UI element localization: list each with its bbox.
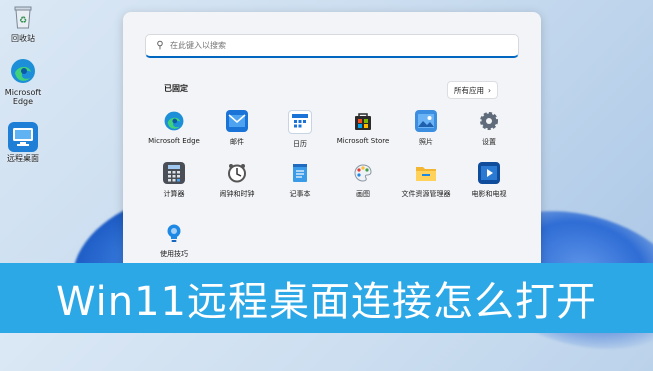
desktop-icon-label: 远程桌面 bbox=[7, 154, 39, 163]
pinned-app-notepad[interactable]: 记事本 bbox=[269, 162, 331, 199]
app-label: 日历 bbox=[293, 140, 307, 148]
pinned-app-calendar[interactable]: 日历 bbox=[269, 110, 331, 149]
app-label: 计算器 bbox=[163, 190, 185, 198]
app-label: 画图 bbox=[356, 190, 370, 198]
desktop-icon-recycle-bin[interactable]: ♻ 回收站 bbox=[2, 2, 44, 43]
pinned-app-store[interactable]: Microsoft Store bbox=[332, 110, 394, 145]
recycle-bin-icon: ♻ bbox=[8, 2, 38, 32]
pinned-app-movies-tv[interactable]: 电影和电视 bbox=[458, 162, 520, 199]
banner-title: Win11远程桌面连接怎么打开 bbox=[55, 279, 598, 325]
desktop-icon-remote-desktop[interactable]: 远程桌面 bbox=[2, 122, 44, 163]
mail-icon bbox=[226, 110, 248, 132]
app-label: Microsoft Edge bbox=[148, 137, 200, 145]
search-icon: ⚲ bbox=[156, 40, 164, 51]
app-label: 照片 bbox=[419, 138, 433, 146]
search-box[interactable]: ⚲ bbox=[145, 34, 519, 58]
pinned-section-title: 已固定 bbox=[164, 84, 188, 93]
pinned-app-settings[interactable]: 设置 bbox=[458, 110, 520, 147]
app-label: 文件资源管理器 bbox=[401, 190, 451, 198]
desktop-icon-label: Microsoft Edge bbox=[4, 88, 42, 106]
pinned-app-mail[interactable]: 邮件 bbox=[206, 110, 268, 147]
app-label: 设置 bbox=[482, 138, 496, 146]
pinned-app-photos[interactable]: 照片 bbox=[395, 110, 457, 147]
search-input[interactable] bbox=[168, 40, 518, 51]
edge-icon bbox=[163, 110, 185, 132]
svg-text:♻: ♻ bbox=[19, 16, 27, 26]
desktop-icon-edge[interactable]: Microsoft Edge bbox=[2, 56, 44, 106]
all-apps-button[interactable]: 所有应用 › bbox=[447, 81, 498, 99]
tips-icon bbox=[163, 222, 185, 244]
pinned-app-clock[interactable]: 闹钟和时钟 bbox=[206, 162, 268, 199]
pinned-app-paint[interactable]: 画图 bbox=[332, 162, 394, 199]
app-label: 记事本 bbox=[289, 190, 311, 198]
store-icon bbox=[352, 110, 374, 132]
app-label: 使用技巧 bbox=[160, 250, 188, 258]
pinned-app-file-explorer[interactable]: 文件资源管理器 bbox=[395, 162, 457, 199]
edge-icon bbox=[8, 56, 38, 86]
calculator-icon bbox=[163, 162, 185, 184]
calendar-icon bbox=[288, 110, 312, 134]
title-banner: Win11远程桌面连接怎么打开 bbox=[0, 263, 653, 333]
paint-icon bbox=[352, 162, 374, 184]
all-apps-label: 所有应用 bbox=[454, 85, 484, 95]
photos-icon bbox=[415, 110, 437, 132]
movies-tv-icon bbox=[478, 162, 500, 184]
notepad-icon bbox=[289, 162, 311, 184]
app-label: 电影和电视 bbox=[471, 190, 507, 198]
remote-desktop-icon bbox=[8, 122, 38, 152]
app-label: Microsoft Store bbox=[336, 137, 390, 145]
file-explorer-icon bbox=[415, 162, 437, 184]
pinned-app-tips[interactable]: 使用技巧 bbox=[143, 222, 205, 259]
settings-icon bbox=[478, 110, 500, 132]
chevron-right-icon: › bbox=[488, 85, 491, 95]
app-label: 闹钟和时钟 bbox=[219, 190, 255, 198]
desktop-icon-label: 回收站 bbox=[11, 34, 35, 43]
app-label: 邮件 bbox=[230, 138, 244, 146]
pinned-app-calculator[interactable]: 计算器 bbox=[143, 162, 205, 199]
pinned-app-edge[interactable]: Microsoft Edge bbox=[143, 110, 205, 145]
clock-icon bbox=[226, 162, 248, 184]
